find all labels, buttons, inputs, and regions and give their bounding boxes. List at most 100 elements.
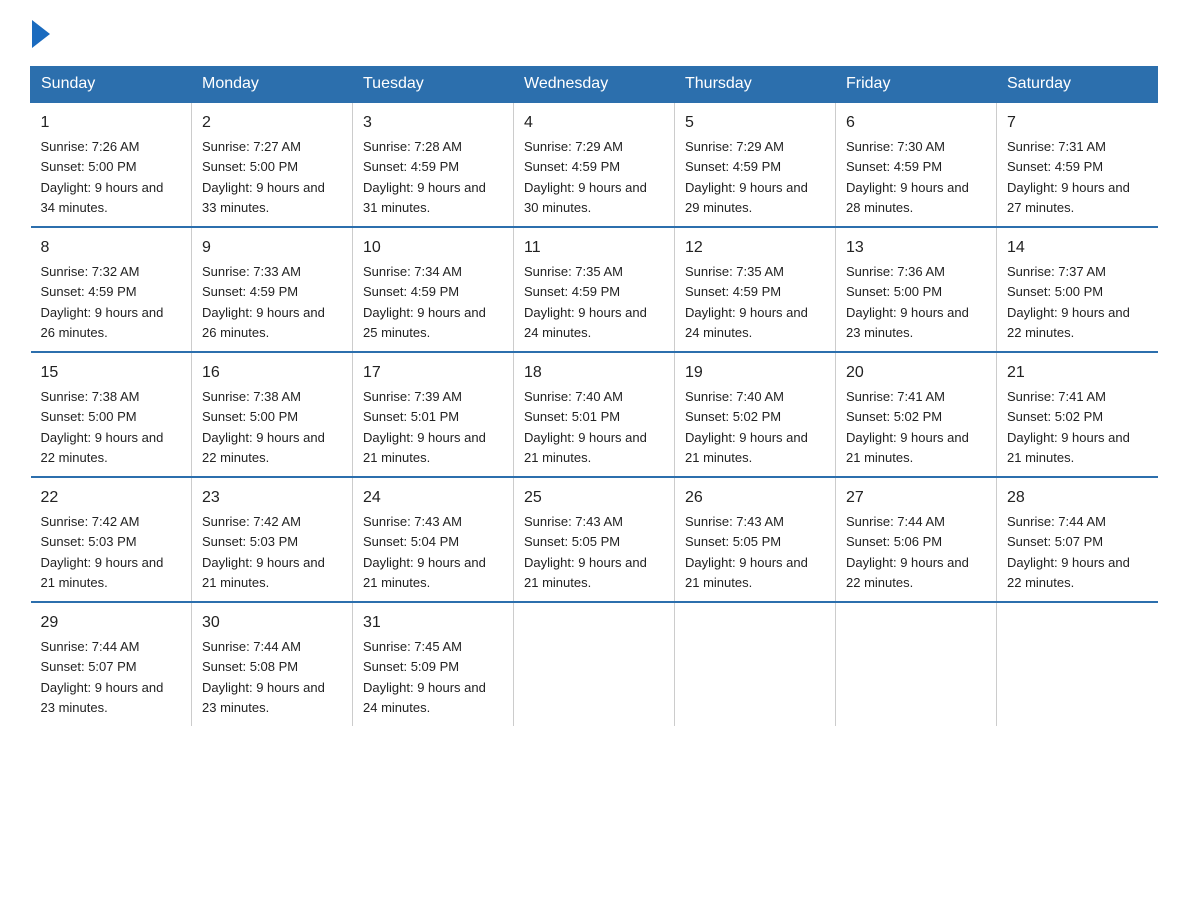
day-info: Sunrise: 7:41 AMSunset: 5:02 PMDaylight:… [1007,389,1130,465]
calendar-cell [675,602,836,726]
day-info: Sunrise: 7:39 AMSunset: 5:01 PMDaylight:… [363,389,486,465]
day-number: 10 [363,236,503,260]
calendar-cell: 8 Sunrise: 7:32 AMSunset: 4:59 PMDaylight… [31,227,192,352]
calendar-cell: 15Sunrise: 7:38 AMSunset: 5:00 PMDayligh… [31,352,192,477]
day-info: Sunrise: 7:37 AMSunset: 5:00 PMDaylight:… [1007,264,1130,340]
calendar-cell: 14 Sunrise: 7:37 AMSunset: 5:00 PMDayligh… [997,227,1158,352]
week-row-3: 15Sunrise: 7:38 AMSunset: 5:00 PMDayligh… [31,352,1158,477]
calendar-cell: 1 Sunrise: 7:26 AMSunset: 5:00 PMDaylight… [31,102,192,227]
day-number: 2 [202,111,342,135]
calendar-cell: 25 Sunrise: 7:43 AMSunset: 5:05 PMDayligh… [514,477,675,602]
day-number: 14 [1007,236,1148,260]
day-number: 27 [846,486,986,510]
logo-arrow-icon [32,20,50,48]
calendar-cell: 22 Sunrise: 7:42 AMSunset: 5:03 PMDayligh… [31,477,192,602]
calendar-cell: 11Sunrise: 7:35 AMSunset: 4:59 PMDayligh… [514,227,675,352]
day-info: Sunrise: 7:29 AMSunset: 4:59 PMDaylight:… [685,139,808,215]
day-number: 17 [363,361,503,385]
calendar-cell: 27 Sunrise: 7:44 AMSunset: 5:06 PMDayligh… [836,477,997,602]
day-number: 25 [524,486,664,510]
day-number: 28 [1007,486,1148,510]
week-row-1: 1 Sunrise: 7:26 AMSunset: 5:00 PMDaylight… [31,102,1158,227]
calendar-cell: 17 Sunrise: 7:39 AMSunset: 5:01 PMDayligh… [353,352,514,477]
calendar-cell: 31 Sunrise: 7:45 AMSunset: 5:09 PMDayligh… [353,602,514,726]
day-number: 4 [524,111,664,135]
week-row-4: 22 Sunrise: 7:42 AMSunset: 5:03 PMDayligh… [31,477,1158,602]
day-number: 18 [524,361,664,385]
calendar-cell: 28 Sunrise: 7:44 AMSunset: 5:07 PMDayligh… [997,477,1158,602]
day-info: Sunrise: 7:34 AMSunset: 4:59 PMDaylight:… [363,264,486,340]
day-info: Sunrise: 7:31 AMSunset: 4:59 PMDaylight:… [1007,139,1130,215]
day-number: 6 [846,111,986,135]
day-info: Sunrise: 7:42 AMSunset: 5:03 PMDaylight:… [202,514,325,590]
calendar-cell: 23 Sunrise: 7:42 AMSunset: 5:03 PMDayligh… [192,477,353,602]
calendar-cell: 5 Sunrise: 7:29 AMSunset: 4:59 PMDaylight… [675,102,836,227]
day-info: Sunrise: 7:36 AMSunset: 5:00 PMDaylight:… [846,264,969,340]
day-info: Sunrise: 7:43 AMSunset: 5:05 PMDaylight:… [524,514,647,590]
calendar-cell: 7 Sunrise: 7:31 AMSunset: 4:59 PMDaylight… [997,102,1158,227]
day-number: 5 [685,111,825,135]
calendar-cell: 24 Sunrise: 7:43 AMSunset: 5:04 PMDayligh… [353,477,514,602]
day-info: Sunrise: 7:38 AMSunset: 5:00 PMDaylight:… [41,389,164,465]
calendar-cell: 30 Sunrise: 7:44 AMSunset: 5:08 PMDayligh… [192,602,353,726]
calendar-cell: 21 Sunrise: 7:41 AMSunset: 5:02 PMDayligh… [997,352,1158,477]
weekday-header-wednesday: Wednesday [514,67,675,103]
day-info: Sunrise: 7:27 AMSunset: 5:00 PMDaylight:… [202,139,325,215]
logo [30,20,52,48]
day-number: 21 [1007,361,1148,385]
day-info: Sunrise: 7:44 AMSunset: 5:07 PMDaylight:… [41,639,164,715]
day-info: Sunrise: 7:43 AMSunset: 5:04 PMDaylight:… [363,514,486,590]
calendar-header: SundayMondayTuesdayWednesdayThursdayFrid… [31,67,1158,103]
day-info: Sunrise: 7:28 AMSunset: 4:59 PMDaylight:… [363,139,486,215]
calendar-cell: 4Sunrise: 7:29 AMSunset: 4:59 PMDaylight… [514,102,675,227]
week-row-2: 8 Sunrise: 7:32 AMSunset: 4:59 PMDaylight… [31,227,1158,352]
calendar-cell: 13 Sunrise: 7:36 AMSunset: 5:00 PMDayligh… [836,227,997,352]
calendar-cell: 16Sunrise: 7:38 AMSunset: 5:00 PMDayligh… [192,352,353,477]
weekday-header-saturday: Saturday [997,67,1158,103]
day-info: Sunrise: 7:26 AMSunset: 5:00 PMDaylight:… [41,139,164,215]
day-info: Sunrise: 7:30 AMSunset: 4:59 PMDaylight:… [846,139,969,215]
calendar-cell: 20Sunrise: 7:41 AMSunset: 5:02 PMDayligh… [836,352,997,477]
day-info: Sunrise: 7:45 AMSunset: 5:09 PMDaylight:… [363,639,486,715]
calendar-cell: 9 Sunrise: 7:33 AMSunset: 4:59 PMDaylight… [192,227,353,352]
day-info: Sunrise: 7:35 AMSunset: 4:59 PMDaylight:… [524,264,647,340]
weekday-header-friday: Friday [836,67,997,103]
day-info: Sunrise: 7:38 AMSunset: 5:00 PMDaylight:… [202,389,325,465]
calendar-cell: 6 Sunrise: 7:30 AMSunset: 4:59 PMDaylight… [836,102,997,227]
day-info: Sunrise: 7:42 AMSunset: 5:03 PMDaylight:… [41,514,164,590]
day-info: Sunrise: 7:40 AMSunset: 5:02 PMDaylight:… [685,389,808,465]
day-number: 8 [41,236,182,260]
day-info: Sunrise: 7:40 AMSunset: 5:01 PMDaylight:… [524,389,647,465]
day-info: Sunrise: 7:32 AMSunset: 4:59 PMDaylight:… [41,264,164,340]
day-info: Sunrise: 7:44 AMSunset: 5:07 PMDaylight:… [1007,514,1130,590]
day-number: 31 [363,611,503,635]
day-info: Sunrise: 7:44 AMSunset: 5:06 PMDaylight:… [846,514,969,590]
day-number: 12 [685,236,825,260]
day-number: 1 [41,111,182,135]
day-info: Sunrise: 7:44 AMSunset: 5:08 PMDaylight:… [202,639,325,715]
week-row-5: 29 Sunrise: 7:44 AMSunset: 5:07 PMDayligh… [31,602,1158,726]
calendar-cell: 29 Sunrise: 7:44 AMSunset: 5:07 PMDayligh… [31,602,192,726]
day-number: 24 [363,486,503,510]
day-number: 19 [685,361,825,385]
calendar-cell: 19 Sunrise: 7:40 AMSunset: 5:02 PMDayligh… [675,352,836,477]
calendar-body: 1 Sunrise: 7:26 AMSunset: 5:00 PMDaylight… [31,102,1158,726]
day-number: 29 [41,611,182,635]
calendar-cell [514,602,675,726]
calendar-cell: 10 Sunrise: 7:34 AMSunset: 4:59 PMDayligh… [353,227,514,352]
days-of-week-row: SundayMondayTuesdayWednesdayThursdayFrid… [31,67,1158,103]
calendar-cell: 18 Sunrise: 7:40 AMSunset: 5:01 PMDayligh… [514,352,675,477]
day-number: 13 [846,236,986,260]
weekday-header-tuesday: Tuesday [353,67,514,103]
day-number: 26 [685,486,825,510]
day-number: 9 [202,236,342,260]
day-number: 30 [202,611,342,635]
day-number: 7 [1007,111,1148,135]
day-number: 22 [41,486,182,510]
day-info: Sunrise: 7:35 AMSunset: 4:59 PMDaylight:… [685,264,808,340]
calendar-cell [997,602,1158,726]
day-info: Sunrise: 7:33 AMSunset: 4:59 PMDaylight:… [202,264,325,340]
calendar-table: SundayMondayTuesdayWednesdayThursdayFrid… [30,66,1158,726]
day-number: 20 [846,361,986,385]
day-number: 23 [202,486,342,510]
